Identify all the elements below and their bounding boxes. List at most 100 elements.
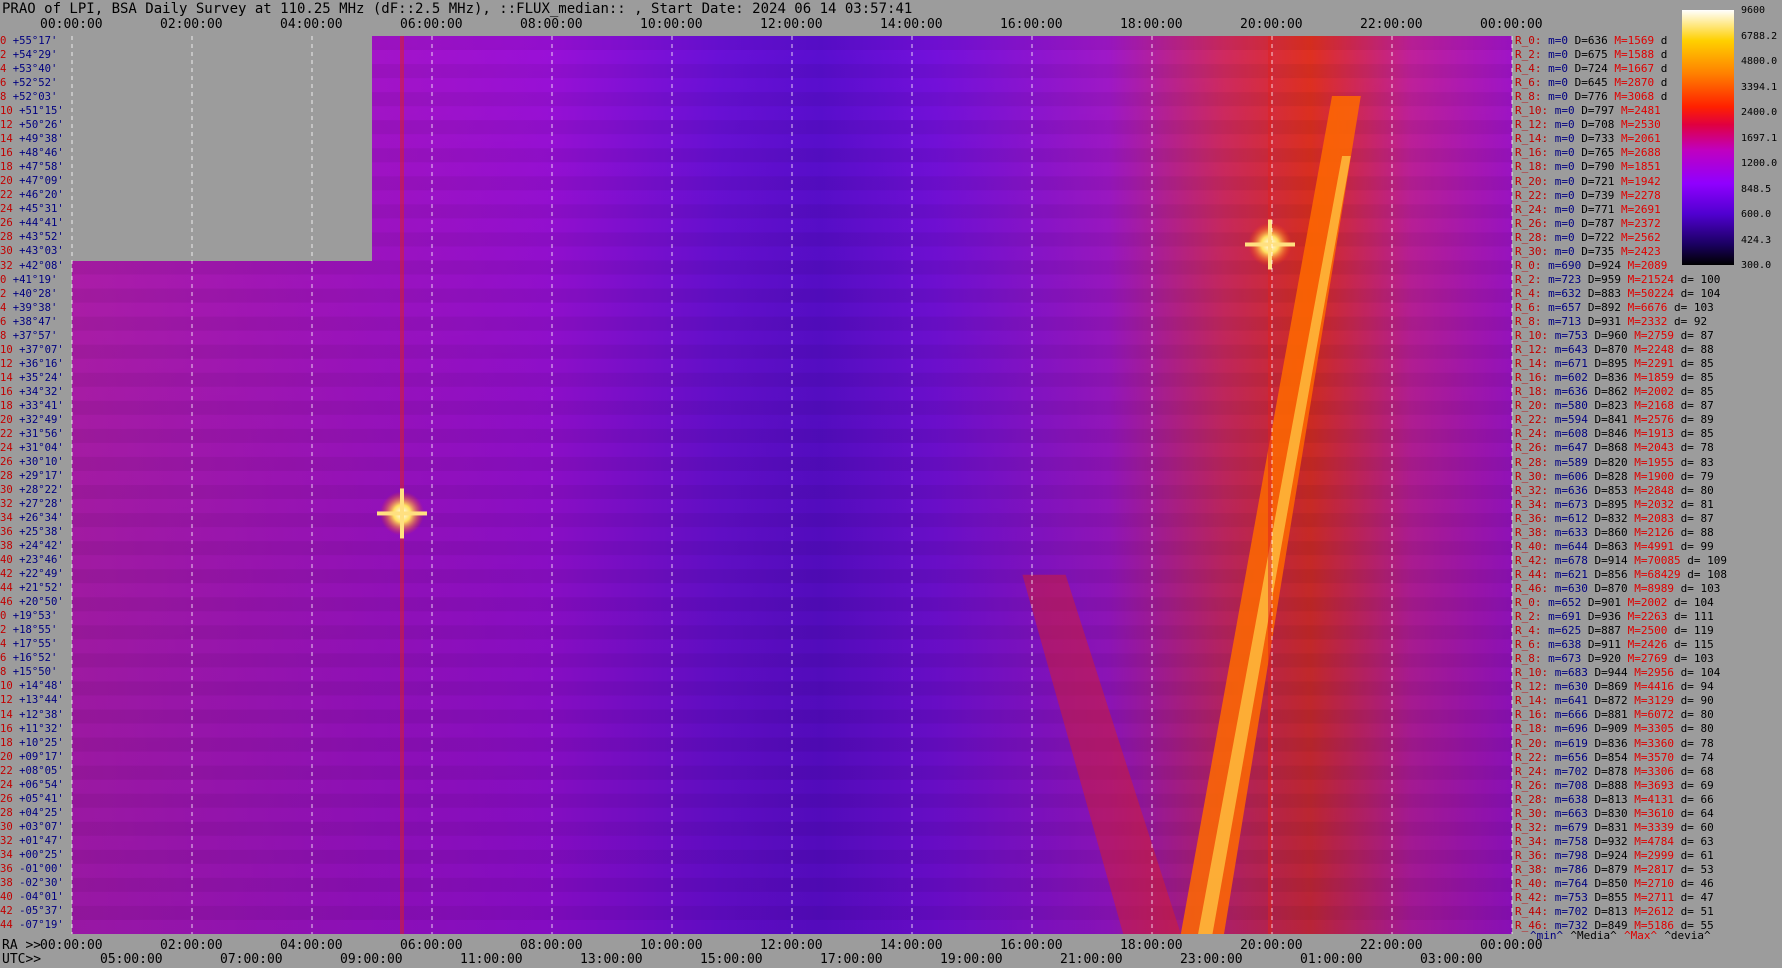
stats-cell: m=630: [1554, 680, 1595, 694]
stats-cell: m=580: [1554, 399, 1595, 413]
stats-cell: M=3339: [1634, 820, 1681, 834]
stats-cell: D=846: [1594, 427, 1635, 441]
stats-row: R_22: m=0 D=739 M=2278: [1515, 189, 1661, 203]
stats-cell: m=663: [1554, 806, 1595, 820]
stats-cell: D=959: [1587, 272, 1628, 286]
legend-devia: ^devia^: [1664, 929, 1711, 942]
stats-cell: D=820: [1594, 455, 1635, 469]
stats-cell: d= 83: [1680, 455, 1714, 469]
stats-cell: D=920: [1587, 652, 1628, 666]
dec-value: +09°17': [12, 750, 64, 763]
ra-tick-label: 16:00:00: [1000, 938, 1063, 953]
stats-row: R_22: m=594 D=841 M=2576 d= 89: [1515, 413, 1714, 427]
stats-cell: m=0: [1554, 216, 1582, 230]
stats-cell: R_44:: [1515, 567, 1555, 581]
stats-cell: M=2426: [1627, 638, 1674, 652]
colorbar-tick-label: 2400.0: [1741, 107, 1778, 118]
stats-cell: M=2032: [1634, 497, 1681, 511]
stats-cell: M=6072: [1634, 708, 1681, 722]
stats-cell: m=0: [1554, 202, 1582, 216]
colorbar-tick-label: 9600: [1741, 5, 1766, 16]
x-top-tick-label: 08:00:00: [520, 17, 583, 32]
stats-cell: d= 60: [1680, 820, 1714, 834]
dec-label: 12 +50°26': [0, 119, 64, 132]
colorbar: [1682, 10, 1734, 265]
stats-cell: M=2500: [1627, 624, 1674, 638]
dec-value: +17°55': [12, 638, 58, 651]
stats-cell: m=636: [1554, 483, 1595, 497]
stats-cell: D=841: [1594, 413, 1635, 427]
dec-label: 24 +06°54': [0, 779, 64, 792]
stats-cell: d= 108: [1687, 567, 1727, 581]
stats-cell: M=2999: [1634, 848, 1681, 862]
stats-cell: D=909: [1594, 722, 1635, 736]
dec-label: 40 +23°46': [0, 554, 64, 567]
stats-cell: d= 109: [1687, 553, 1727, 567]
stats-cell: R_24:: [1515, 427, 1555, 441]
dec-label: 20 +09°17': [0, 751, 64, 764]
stats-cell: D=830: [1594, 806, 1635, 820]
stats-row: R_6: m=0 D=645 M=2870 d: [1515, 76, 1667, 90]
stats-cell: M=1859: [1634, 371, 1681, 385]
point-source-cross: [1268, 219, 1272, 270]
stats-cell: D=831: [1594, 820, 1635, 834]
stats-row: R_0: m=0 D=636 M=1569 d: [1515, 34, 1667, 48]
stats-cell: D=771: [1581, 202, 1621, 216]
stats-row: R_24: m=0 D=771 M=2691: [1515, 203, 1661, 217]
stats-cell: d= 69: [1680, 778, 1714, 792]
dec-label: 32 +42°08': [0, 260, 64, 273]
dec-value: +54°29': [12, 49, 58, 62]
stats-cell: D=924: [1587, 258, 1628, 272]
stats-cell: m=0: [1554, 132, 1582, 146]
stats-cell: m=636: [1554, 385, 1595, 399]
stats-cell: M=2530: [1621, 118, 1661, 132]
dec-label: 18 +33°41': [0, 400, 64, 413]
stats-row: R_36: m=612 D=832 M=2083 d= 87: [1515, 512, 1714, 526]
stats-cell: R_8:: [1515, 90, 1549, 104]
stats-cell: M=3610: [1634, 806, 1681, 820]
stats-cell: R_28:: [1515, 230, 1555, 244]
stats-row: R_28: m=0 D=722 M=2562: [1515, 231, 1661, 245]
ra-axis-label: RA >>: [2, 938, 42, 953]
stats-row: R_20: m=0 D=721 M=1942: [1515, 175, 1661, 189]
stats-row: R_40: m=764 D=850 M=2710 d= 46: [1515, 877, 1714, 891]
stats-cell: D=931: [1587, 315, 1628, 328]
stats-cell: d= 89: [1680, 413, 1714, 427]
stats-row: R_14: m=671 D=895 M=2291 d= 85: [1515, 357, 1714, 371]
stats-cell: M=2372: [1621, 216, 1661, 230]
stats-cell: D=721: [1581, 174, 1621, 188]
stats-cell: D=944: [1594, 666, 1635, 680]
dec-label: 38 -02°30': [0, 877, 64, 890]
stats-cell: d= 104: [1680, 286, 1721, 300]
stats-cell: D=636: [1574, 34, 1615, 47]
colorbar-tick-label: 3394.1: [1741, 81, 1778, 93]
stats-row: R_6: m=638 D=911 M=2426 d= 115: [1515, 638, 1714, 652]
stats-cell: M=3305: [1634, 722, 1681, 736]
dec-row-index: 44: [0, 582, 13, 595]
dec-row-index: 16: [0, 722, 13, 735]
ra-tick-label: 18:00:00: [1120, 938, 1183, 953]
stats-cell: m=798: [1554, 848, 1595, 862]
stats-cell: d= 78: [1680, 441, 1714, 455]
stats-cell: m=608: [1554, 427, 1595, 441]
stats-cell: M=2002: [1634, 385, 1681, 399]
dec-value: +30°10': [12, 455, 64, 468]
dec-label: 2 +40°28': [0, 288, 57, 301]
stats-row: R_26: m=708 D=888 M=3693 d= 69: [1515, 779, 1714, 793]
stats-cell: d= 87: [1680, 399, 1714, 413]
dec-label: 12 +36°16': [0, 358, 64, 371]
stats-cell: M=2278: [1621, 188, 1661, 202]
stats-cell: D=813: [1594, 905, 1635, 919]
stats-cell: M=2083: [1634, 511, 1681, 525]
dec-value: +37°57': [12, 329, 58, 342]
stats-cell: D=832: [1594, 511, 1635, 525]
stats-cell: m=678: [1554, 553, 1595, 567]
stats-cell: m=0: [1548, 90, 1575, 104]
dec-value: +03°07': [12, 820, 64, 833]
stats-row: R_28: m=638 D=813 M=4131 d= 66: [1515, 793, 1714, 807]
dec-value: +05°41': [12, 792, 64, 805]
dec-row-index: 42: [0, 568, 13, 581]
x-top-tick-label: 04:00:00: [280, 17, 343, 32]
stats-cell: m=594: [1554, 413, 1595, 427]
stats-row: R_4: m=625 D=887 M=2500 d= 119: [1515, 624, 1714, 638]
